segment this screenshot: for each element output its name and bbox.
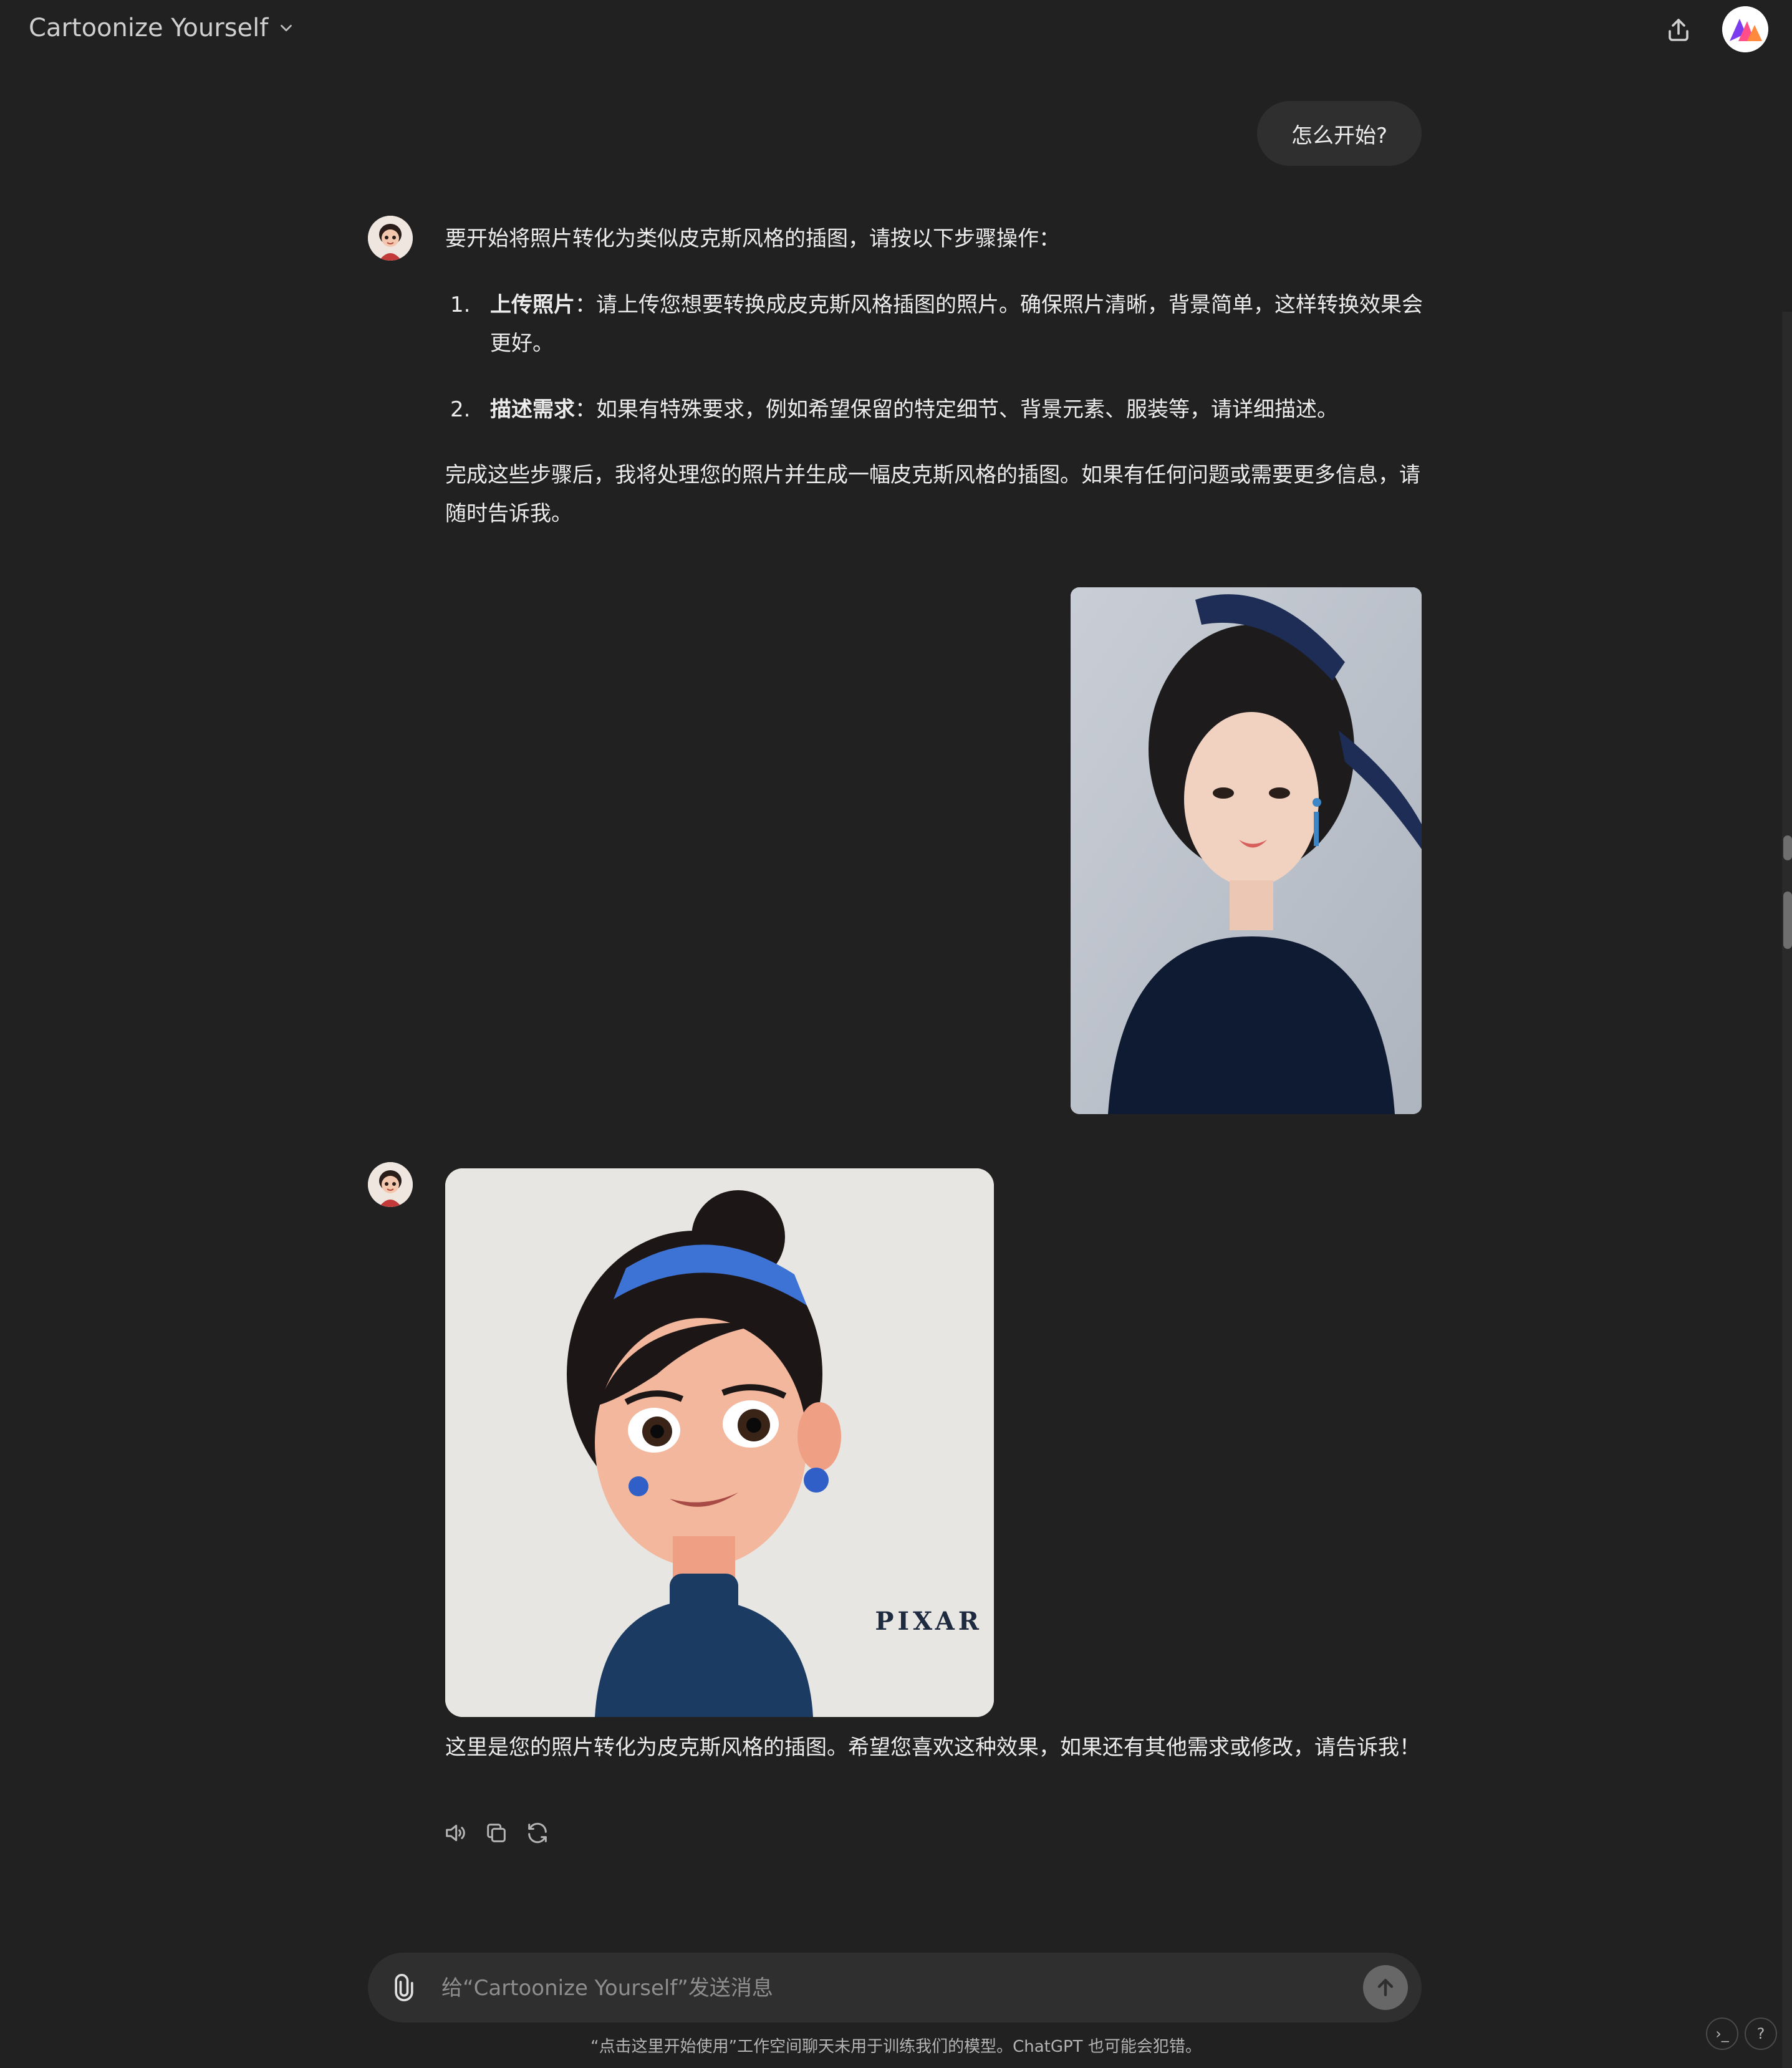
uploaded-photo[interactable]: [1071, 587, 1422, 1114]
cartoon-watermark: PIXAR: [875, 1607, 983, 1636]
refresh-icon: [528, 1822, 547, 1844]
scrollbar-thumb[interactable]: [1783, 892, 1792, 949]
message-actions: [441, 1819, 551, 1847]
assistant-avatar: [368, 216, 413, 261]
assistant-avatar: [368, 1162, 413, 1207]
copy-icon: [487, 1824, 506, 1842]
scrollbar-marker: [1783, 835, 1792, 860]
list-item-title: 描述需求: [490, 397, 575, 422]
list-number: 2.: [450, 397, 471, 422]
assistant-outro: 完成这些步骤后，我将处理您的照片并生成一幅皮克斯风格的插图。如果有任何问题或需要…: [445, 463, 1420, 526]
generated-cartoon-image[interactable]: PIXAR: [445, 1168, 994, 1717]
list-number: 1.: [450, 292, 471, 317]
help-button[interactable]: ?: [1745, 2018, 1777, 2050]
list-item-body: ：请上传您想要转换成皮克斯风格插图的照片。确保照片清晰，背景简单，这样转换效果会…: [490, 292, 1423, 356]
user-message-bubble: 怎么开始?: [1257, 101, 1422, 166]
regenerate-button[interactable]: [524, 1819, 551, 1847]
paperclip-icon: [395, 1974, 413, 2001]
profile-logo-icon: [1722, 6, 1768, 52]
list-item: 1. 上传照片：请上传您想要转换成皮克斯风格插图的照片。确保照片清晰，背景简单，…: [450, 286, 1423, 363]
user-avatar[interactable]: [1722, 6, 1768, 52]
list-item: 2. 描述需求：如果有特殊要求，例如希望保留的特定细节、背景元素、服装等，请详细…: [450, 390, 1423, 429]
attach-button[interactable]: [387, 1970, 422, 2005]
assistant-intro: 要开始将照片转化为类似皮克斯风格的插图，请按以下步骤操作：: [445, 226, 1060, 251]
speaker-icon: [446, 1824, 465, 1842]
chevron-down-icon: [281, 24, 292, 32]
help-icon: ?: [1756, 2025, 1765, 2042]
terminal-button[interactable]: ›_: [1706, 2018, 1738, 2050]
footer-disclaimer: “点击这里开始使用”工作空间聊天未用于训练我们的模型。ChatGPT 也可能会犯…: [590, 2037, 1202, 2056]
arrow-up-icon: [1377, 1979, 1394, 1996]
read-aloud-button[interactable]: [441, 1819, 469, 1847]
assistant-reply-text: 这里是您的照片转化为皮克斯风格的插图。希望您喜欢这种效果，如果还有其他需求或修改…: [445, 1735, 1420, 1760]
share-button[interactable]: [1661, 12, 1696, 47]
list-item-text: 上传照片：请上传您想要转换成皮克斯风格插图的照片。确保照片清晰，背景简单，这样转…: [490, 286, 1425, 363]
copy-button[interactable]: [483, 1819, 510, 1847]
list-item-title: 上传照片: [490, 292, 575, 317]
user-message-text: 怎么开始?: [1291, 123, 1388, 148]
gpt-title-dropdown[interactable]: Cartoonize Yourself: [29, 14, 296, 42]
page-title: Cartoonize Yourself: [29, 14, 269, 42]
message-input[interactable]: [440, 1968, 1334, 2009]
send-button[interactable]: [1363, 1965, 1408, 2010]
scrollbar-track[interactable]: [1782, 312, 1792, 2068]
list-item-text: 描述需求：如果有特殊要求，例如希望保留的特定细节、背景元素、服装等，请详细描述。: [490, 390, 1425, 429]
terminal-icon: ›_: [1715, 2025, 1729, 2042]
share-icon: [1669, 19, 1688, 41]
list-item-body: ：如果有特殊要求，例如希望保留的特定细节、背景元素、服装等，请详细描述。: [575, 397, 1338, 422]
